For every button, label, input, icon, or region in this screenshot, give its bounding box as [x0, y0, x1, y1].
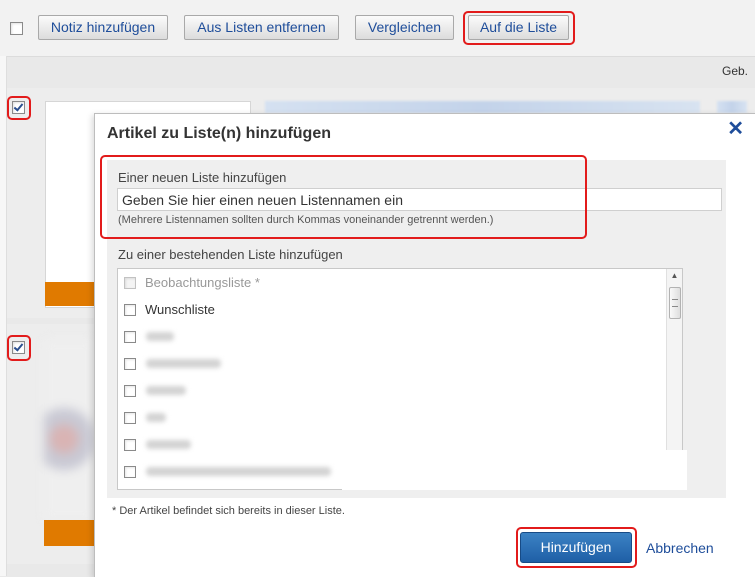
list-item-label-redacted — [146, 386, 186, 395]
product-image-2[interactable] — [44, 340, 94, 520]
list-item-checkbox[interactable] — [124, 277, 136, 289]
compare-button[interactable]: Vergleichen — [355, 15, 454, 40]
highlight-result-2-checkbox — [7, 335, 31, 361]
select-all-checkbox[interactable] — [10, 22, 23, 35]
left-gutter — [0, 56, 7, 576]
highlight-add-to-list — [463, 11, 575, 45]
cancel-link[interactable]: Abbrechen — [646, 540, 714, 556]
close-icon[interactable]: ✕ — [727, 119, 744, 139]
dialog-footnote: * Der Artikel befindet sich bereits in d… — [112, 505, 345, 517]
list-item-label-redacted — [146, 440, 191, 449]
list-item-label-redacted — [146, 467, 331, 476]
remove-from-lists-button[interactable]: Aus Listen entfernen — [184, 15, 339, 40]
list-item-checkbox[interactable] — [124, 412, 136, 424]
list-item-label: Wunschliste — [145, 302, 215, 317]
list-item-checkbox[interactable] — [124, 358, 136, 370]
highlight-add-button — [516, 527, 637, 568]
highlight-result-1-checkbox — [7, 96, 31, 120]
add-note-button[interactable]: Notiz hinzufügen — [38, 15, 168, 40]
redaction-overlay — [342, 450, 687, 490]
add-to-list-dialog: Artikel zu Liste(n) hinzufügen ✕ Einer n… — [94, 113, 755, 577]
list-item-checkbox[interactable] — [124, 331, 136, 343]
list-item-label-redacted — [146, 332, 174, 341]
scroll-up-arrow-icon[interactable]: ▲ — [667, 269, 682, 283]
column-header-geb: Geb. — [721, 64, 748, 78]
existing-list-section-label: Zu einer bestehenden Liste hinzufügen — [118, 247, 343, 262]
dialog-title: Artikel zu Liste(n) hinzufügen — [107, 125, 331, 142]
product-2-action-bar[interactable] — [44, 520, 96, 546]
list-item-label: Beobachtungsliste * — [145, 275, 260, 290]
product-1-title-redacted — [265, 101, 700, 113]
list-item-checkbox[interactable] — [124, 466, 136, 478]
list-item-checkbox[interactable] — [124, 439, 136, 451]
list-item-checkbox[interactable] — [124, 304, 136, 316]
list-item-checkbox[interactable] — [124, 385, 136, 397]
list-item-label-redacted — [146, 359, 221, 368]
list-item-label-redacted — [146, 413, 166, 422]
product-1-action-bar[interactable] — [45, 282, 97, 306]
highlight-new-list-section — [100, 155, 587, 239]
product-1-price-redacted — [717, 101, 747, 113]
scrollbar-thumb[interactable] — [669, 287, 681, 319]
